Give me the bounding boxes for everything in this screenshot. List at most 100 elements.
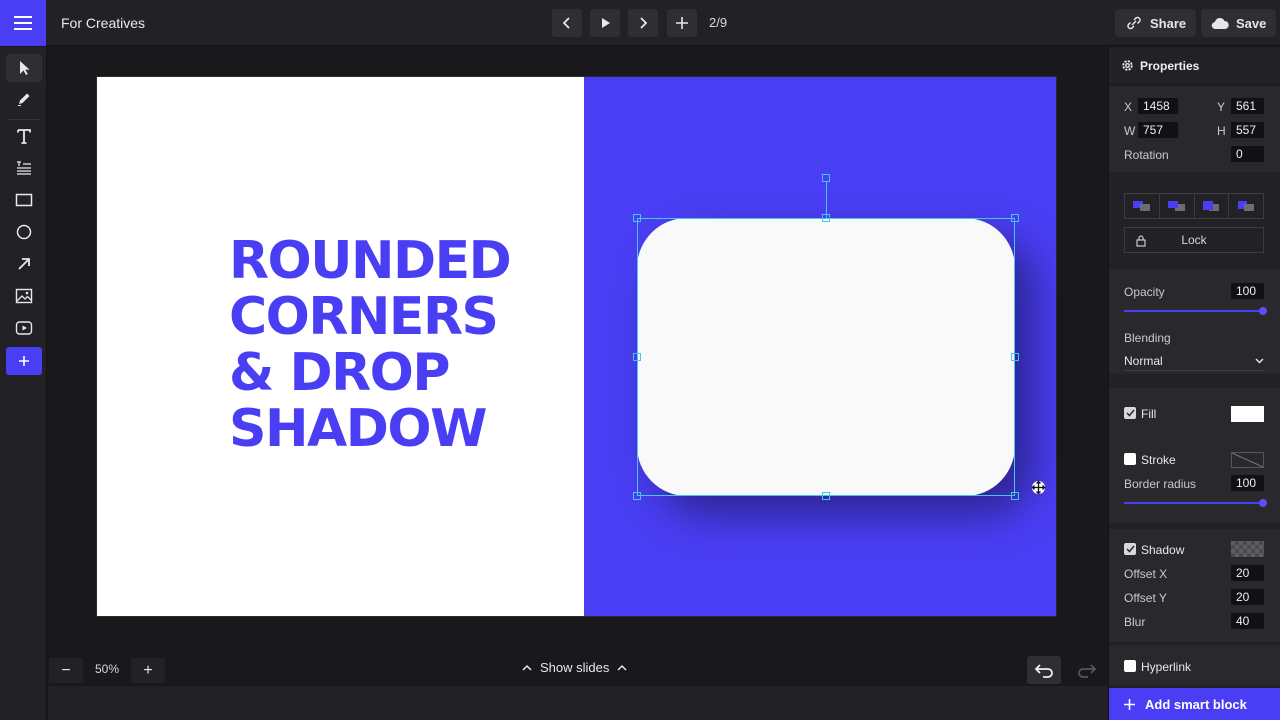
resize-handle-top-right[interactable]	[1011, 214, 1019, 222]
menu-button[interactable]	[0, 0, 46, 46]
redo-icon	[1078, 664, 1097, 678]
offset-y-input[interactable]: 20	[1231, 589, 1264, 605]
blur-input[interactable]: 40	[1231, 613, 1264, 629]
offset-x-label: Offset X	[1124, 567, 1168, 581]
border-radius-input[interactable]: 100	[1231, 475, 1264, 491]
opacity-slider[interactable]	[1124, 307, 1267, 315]
add-slide-button[interactable]	[667, 9, 697, 37]
undo-button[interactable]	[1027, 656, 1061, 684]
select-tool[interactable]	[6, 54, 42, 82]
blending-value: Normal	[1124, 353, 1163, 368]
paragraph-tool[interactable]	[6, 154, 42, 182]
present-button[interactable]	[590, 9, 620, 37]
lock-button[interactable]: Lock	[1124, 227, 1264, 253]
redo-button[interactable]	[1070, 656, 1104, 684]
chevron-up-icon	[617, 664, 627, 671]
headline-line: SHADOW	[229, 399, 487, 459]
zoom-out-button[interactable]: −	[49, 658, 83, 683]
add-smart-block-button[interactable]: Add smart block	[1109, 688, 1280, 720]
save-button[interactable]: Save	[1201, 9, 1277, 37]
move-icon	[1031, 480, 1046, 495]
fill-color-swatch[interactable]	[1231, 406, 1264, 422]
zoom-level[interactable]: 50%	[95, 662, 119, 676]
top-bar: For Creatives 2/9 Share Save	[0, 0, 1280, 46]
slider-knob[interactable]	[1259, 499, 1267, 507]
zoom-in-button[interactable]: +	[131, 658, 165, 683]
next-slide-button[interactable]	[628, 9, 658, 37]
toolbar-divider	[8, 119, 40, 120]
pen-tool[interactable]	[6, 85, 42, 113]
hyperlink-label: Hyperlink	[1141, 660, 1192, 674]
add-element-button[interactable]	[6, 347, 42, 375]
headline-line: & DROP	[229, 343, 450, 403]
h-input[interactable]: 557	[1231, 122, 1264, 138]
rounded-rectangle-shape[interactable]	[637, 218, 1015, 496]
stroke-color-swatch[interactable]	[1231, 452, 1264, 468]
resize-handle-bottom-left[interactable]	[633, 492, 641, 500]
chevron-up-icon	[522, 664, 532, 671]
opacity-input[interactable]: 100	[1231, 283, 1264, 299]
slider-knob[interactable]	[1259, 307, 1267, 315]
ellipse-tool[interactable]	[6, 218, 42, 246]
shadow-label: Shadow	[1141, 543, 1185, 557]
pen-icon	[18, 93, 30, 106]
link-icon	[1127, 16, 1141, 30]
stroke-checkbox[interactable]	[1124, 453, 1136, 465]
send-backward-button[interactable]	[1160, 194, 1195, 218]
paragraph-icon	[17, 161, 31, 175]
footer-strip	[48, 686, 1108, 720]
cloud-icon	[1211, 17, 1229, 30]
show-slides-toggle[interactable]: Show slides	[522, 660, 627, 675]
slide-counter: 2/9	[709, 15, 728, 30]
circle-icon	[16, 224, 32, 240]
resize-handle-left[interactable]	[633, 353, 641, 361]
tool-sidebar	[0, 47, 47, 720]
rectangle-icon	[15, 193, 33, 207]
properties-title: Properties	[1140, 58, 1200, 73]
play-icon	[602, 18, 610, 28]
chevron-left-icon	[562, 17, 570, 29]
send-to-back-icon	[1132, 201, 1150, 211]
shadow-section: Shadow Offset X 20 Offset Y 20 Blur 40	[1109, 529, 1280, 642]
h-label: H	[1217, 124, 1226, 138]
chevron-right-icon	[640, 17, 648, 29]
headline-line: CORNERS	[229, 287, 499, 347]
shadow-checkbox[interactable]	[1124, 543, 1136, 555]
bring-to-front-button[interactable]	[1229, 194, 1263, 218]
resize-handle-top-left[interactable]	[633, 214, 641, 222]
bring-to-front-icon	[1238, 201, 1255, 211]
hyperlink-checkbox[interactable]	[1124, 660, 1136, 672]
send-backward-icon	[1167, 201, 1185, 211]
shadow-color-swatch[interactable]	[1231, 541, 1264, 557]
resize-handle-bottom[interactable]	[822, 492, 830, 500]
text-tool[interactable]	[6, 122, 42, 150]
arrange-section	[1109, 178, 1280, 268]
document-title[interactable]: For Creatives	[61, 15, 145, 31]
image-tool[interactable]	[6, 282, 42, 310]
rotation-input[interactable]: 0	[1231, 146, 1264, 162]
blending-select[interactable]: Normal	[1124, 351, 1264, 371]
w-input[interactable]: 757	[1138, 122, 1178, 138]
arrow-icon	[18, 258, 30, 270]
arrow-tool[interactable]	[6, 250, 42, 278]
headline-line: ROUNDED	[229, 231, 512, 291]
rotation-handle[interactable]	[822, 174, 830, 182]
rectangle-tool[interactable]	[6, 186, 42, 214]
geometry-section: X 1458 Y 561 W 757 H 557 Rotation 0	[1109, 87, 1280, 172]
offset-x-input[interactable]: 20	[1231, 565, 1264, 581]
y-input[interactable]: 561	[1231, 98, 1264, 114]
resize-handle-right[interactable]	[1011, 353, 1019, 361]
slide-headline[interactable]: ROUNDED CORNERS & DROP SHADOW	[229, 233, 559, 457]
video-tool[interactable]	[6, 314, 42, 342]
x-input[interactable]: 1458	[1138, 98, 1178, 114]
resize-handle-top[interactable]	[822, 214, 830, 222]
image-icon	[15, 288, 33, 304]
border-radius-slider[interactable]	[1124, 499, 1267, 507]
properties-header: Properties	[1109, 47, 1280, 85]
fill-checkbox[interactable]	[1124, 407, 1136, 419]
resize-handle-bottom-right[interactable]	[1011, 492, 1019, 500]
share-button[interactable]: Share	[1115, 9, 1197, 37]
send-to-back-button[interactable]	[1125, 194, 1160, 218]
previous-slide-button[interactable]	[552, 9, 582, 37]
bring-forward-button[interactable]	[1195, 194, 1230, 218]
